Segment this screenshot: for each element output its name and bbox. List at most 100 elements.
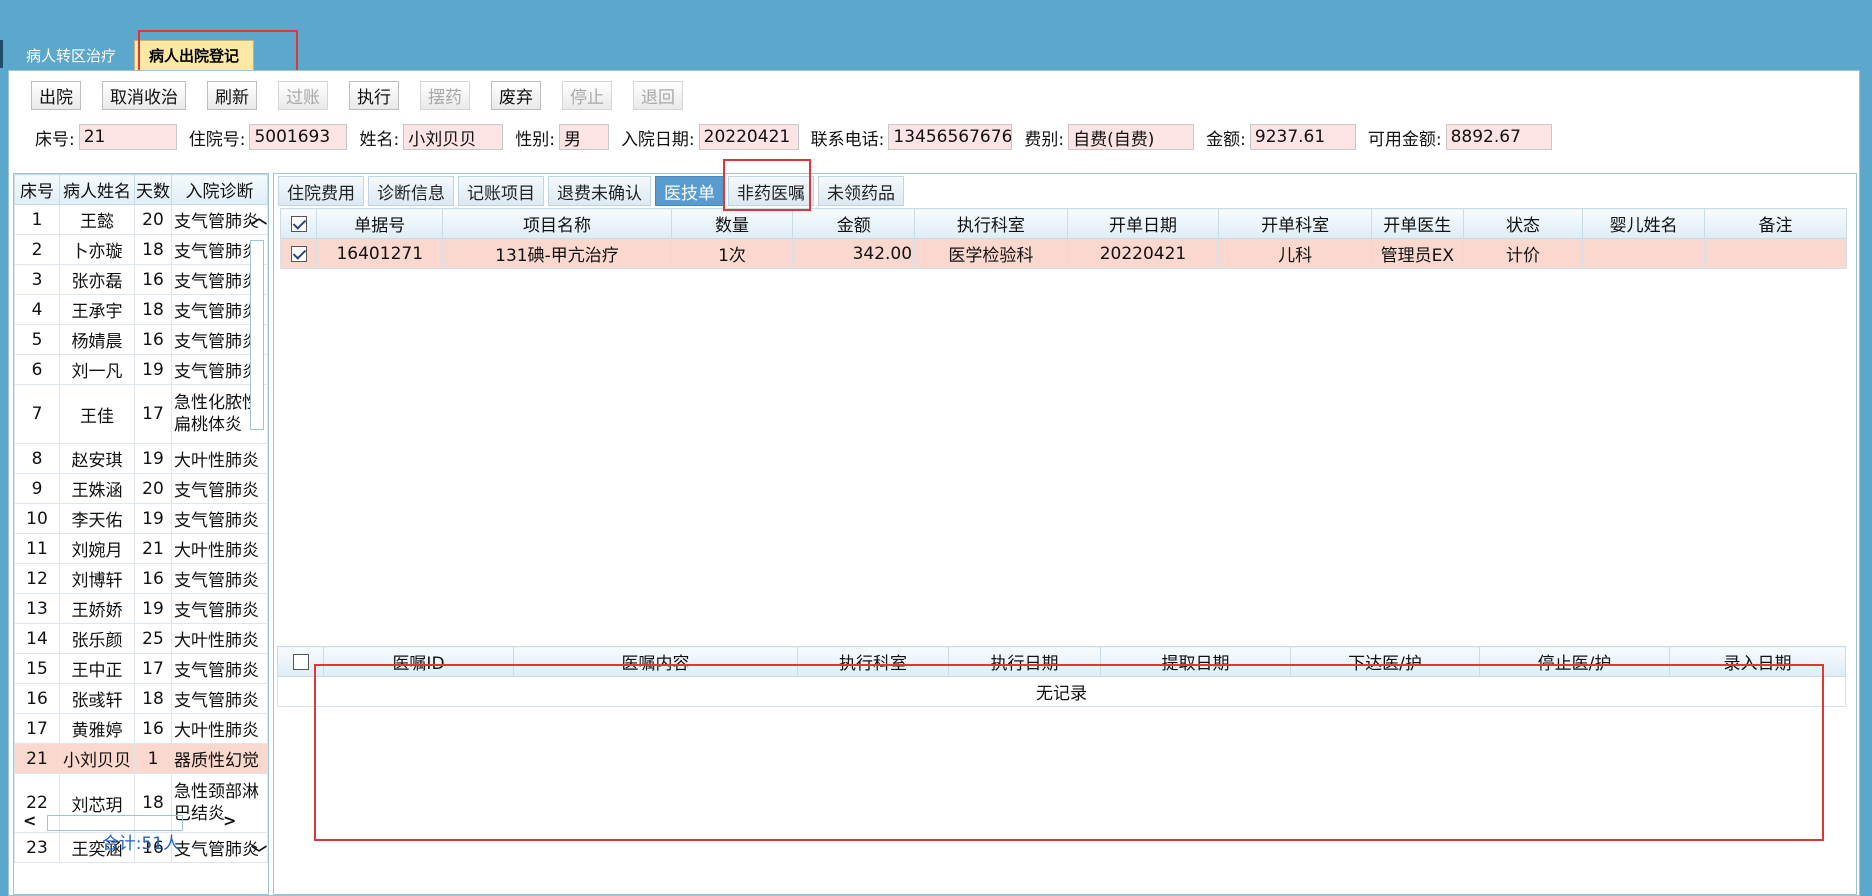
patient-row[interactable]: 6 刘一凡 19 支气管肺炎 bbox=[14, 354, 268, 385]
discharge-button[interactable]: 出院 bbox=[31, 81, 81, 110]
row-checkbox[interactable] bbox=[290, 245, 307, 262]
cell-bed: 13 bbox=[14, 593, 60, 624]
patient-row-selected[interactable]: 21 小刘贝贝 1 器质性幻觉 bbox=[14, 743, 268, 774]
tab-non-drug-orders[interactable]: 非药医嘱 bbox=[728, 176, 814, 206]
patient-row[interactable]: 1 王懿 20 支气管肺炎 bbox=[14, 204, 268, 235]
col-entry-date-header[interactable]: 录入日期 bbox=[1669, 646, 1846, 677]
admit-date-field[interactable]: 20220421 bbox=[698, 124, 799, 150]
cell-bed: 8 bbox=[14, 443, 60, 474]
available-amount-field[interactable]: 8892.67 bbox=[1445, 124, 1552, 150]
chevron-left-icon[interactable]: < bbox=[23, 811, 36, 830]
col-order-content-header[interactable]: 医嘱内容 bbox=[513, 646, 798, 677]
col-stopper-header[interactable]: 停止医/护 bbox=[1479, 646, 1670, 677]
col-doctor-header[interactable]: 开单医生 bbox=[1370, 208, 1464, 239]
tab-patient-discharge[interactable]: 病人出院登记 bbox=[134, 40, 255, 70]
tab-unclaimed-drugs[interactable]: 未领药品 bbox=[818, 176, 904, 206]
patient-row[interactable]: 17 黄雅婷 16 大叶性肺炎 bbox=[14, 713, 268, 744]
col-status-header[interactable]: 状态 bbox=[1462, 208, 1584, 239]
phone-field[interactable]: 13456567676 bbox=[888, 124, 1013, 150]
cell-name: 李天佑 bbox=[59, 503, 135, 534]
cell-name: 王娇娇 bbox=[59, 593, 135, 624]
order-select-all-checkbox[interactable] bbox=[292, 653, 309, 670]
patient-row[interactable]: 16 张彧轩 18 支气管肺炎 bbox=[14, 683, 268, 714]
execute-button[interactable]: 执行 bbox=[349, 81, 399, 110]
col-item-name-header[interactable]: 项目名称 bbox=[442, 208, 672, 239]
discard-button[interactable]: 废弃 bbox=[491, 81, 541, 110]
stop-button[interactable]: 停止 bbox=[562, 81, 612, 110]
row-check-cell bbox=[279, 238, 318, 269]
empty-row: 无记录 bbox=[277, 676, 1846, 707]
col-exec-dept-header[interactable]: 执行科室 bbox=[914, 208, 1068, 239]
col-order-id-header[interactable]: 医嘱ID bbox=[323, 646, 514, 677]
scroll-thumb[interactable] bbox=[250, 240, 264, 430]
patient-row[interactable]: 15 王中正 17 支气管肺炎 bbox=[14, 653, 268, 684]
post-account-button[interactable]: 过账 bbox=[278, 81, 328, 110]
gender-field[interactable]: 男 bbox=[558, 124, 609, 150]
col-doc-no-header[interactable]: 单据号 bbox=[316, 208, 444, 239]
patient-row[interactable]: 13 王娇娇 19 支气管肺炎 bbox=[14, 593, 268, 624]
col-order-date-header[interactable]: 开单日期 bbox=[1066, 208, 1220, 239]
chevron-right-icon[interactable]: > bbox=[223, 811, 236, 830]
dispense-button[interactable]: 摆药 bbox=[420, 81, 470, 110]
patient-row[interactable]: 14 张乐颜 25 大叶性肺炎 bbox=[14, 623, 268, 654]
toolbar: 出院 取消收治 刷新 过账 执行 摆药 废弃 停止 退回 bbox=[31, 81, 704, 110]
patient-row[interactable]: 2 卜亦璇 18 支气管肺炎 bbox=[14, 234, 268, 265]
patient-row[interactable]: 5 杨婧晨 16 支气管肺炎 bbox=[14, 324, 268, 355]
name-label: 姓名: bbox=[359, 129, 400, 150]
col-days-header[interactable]: 天数 bbox=[134, 174, 172, 205]
tab-hospital-fees[interactable]: 住院费用 bbox=[278, 176, 364, 206]
cell-bed: 17 bbox=[14, 713, 60, 744]
select-all-checkbox[interactable] bbox=[290, 215, 307, 232]
cell-days: 21 bbox=[134, 533, 172, 564]
inpatient-no-field[interactable]: 5001693 bbox=[249, 124, 348, 150]
cell-days: 19 bbox=[134, 443, 172, 474]
col-bed-header[interactable]: 床号 bbox=[14, 174, 60, 205]
tab-refund-unconfirmed[interactable]: 退费未确认 bbox=[548, 176, 651, 206]
col-exec-date-header[interactable]: 执行日期 bbox=[948, 646, 1101, 677]
cell-baby-name bbox=[1582, 238, 1705, 269]
chevron-up-icon[interactable]: ︿ bbox=[251, 204, 267, 228]
tab-diagnosis-info[interactable]: 诊断信息 bbox=[368, 176, 454, 206]
col-extract-date-header[interactable]: 提取日期 bbox=[1100, 646, 1291, 677]
patient-row[interactable]: 9 王姝涵 20 支气管肺炎 bbox=[14, 473, 268, 504]
patient-row[interactable]: 10 李天佑 19 支气管肺炎 bbox=[14, 503, 268, 534]
vertical-scrollbar[interactable]: ︿ ﹀ bbox=[248, 208, 267, 863]
name-field[interactable]: 小刘贝贝 bbox=[403, 124, 504, 150]
bed-label: 床号: bbox=[35, 129, 75, 150]
patient-row[interactable]: 7 王佳 17 急性化脓性扁桃体炎 bbox=[14, 384, 268, 444]
cell-bed: 7 bbox=[14, 384, 60, 444]
cell-name: 王中正 bbox=[59, 653, 135, 684]
table-row[interactable]: 16401271 131碘-甲亢治疗 1次 342.00 医学检验科 20220… bbox=[279, 238, 1848, 269]
tab-medical-tech-orders[interactable]: 医技单 bbox=[655, 176, 724, 206]
tab-patient-transfer[interactable]: 病人转区治疗 bbox=[12, 40, 130, 70]
col-diagnosis-header[interactable]: 入院诊断 bbox=[171, 174, 268, 205]
cell-bed: 11 bbox=[14, 533, 60, 564]
patient-row[interactable]: 3 张亦磊 16 支气管肺炎 bbox=[14, 264, 268, 295]
cell-bed: 21 bbox=[14, 743, 60, 774]
col-baby-name-header[interactable]: 婴儿姓名 bbox=[1582, 208, 1705, 239]
patient-row[interactable]: 12 刘博轩 16 支气管肺炎 bbox=[14, 563, 268, 594]
col-quantity-header[interactable]: 数量 bbox=[670, 208, 794, 239]
bed-field[interactable]: 21 bbox=[78, 124, 177, 150]
cell-order-dept: 儿科 bbox=[1218, 238, 1372, 269]
cell-bed: 3 bbox=[14, 264, 60, 295]
col-amount-header[interactable]: 金额 bbox=[792, 208, 916, 239]
col-order-exec-dept-header[interactable]: 执行科室 bbox=[797, 646, 949, 677]
amount-field[interactable]: 9237.61 bbox=[1249, 124, 1356, 150]
cell-name: 张亦磊 bbox=[59, 264, 135, 295]
col-note-header[interactable]: 备注 bbox=[1703, 208, 1848, 239]
fee-type-field[interactable]: 自费(自费) bbox=[1068, 124, 1195, 150]
cell-bed: 4 bbox=[14, 294, 60, 325]
tab-billing-items[interactable]: 记账项目 bbox=[458, 176, 544, 206]
refresh-button[interactable]: 刷新 bbox=[207, 81, 257, 110]
col-name-header[interactable]: 病人姓名 bbox=[59, 174, 135, 205]
phone-label: 联系电话: bbox=[810, 129, 885, 150]
cell-name: 王姝涵 bbox=[59, 473, 135, 504]
col-issuer-header[interactable]: 下达医/护 bbox=[1290, 646, 1480, 677]
return-button[interactable]: 退回 bbox=[633, 81, 683, 110]
patient-row[interactable]: 11 刘婉月 21 大叶性肺炎 bbox=[14, 533, 268, 564]
patient-row[interactable]: 8 赵安琪 19 大叶性肺炎 bbox=[14, 443, 268, 474]
cancel-admission-button[interactable]: 取消收治 bbox=[102, 81, 186, 110]
patient-row[interactable]: 4 王承宇 18 支气管肺炎 bbox=[14, 294, 268, 325]
col-order-dept-header[interactable]: 开单科室 bbox=[1218, 208, 1372, 239]
